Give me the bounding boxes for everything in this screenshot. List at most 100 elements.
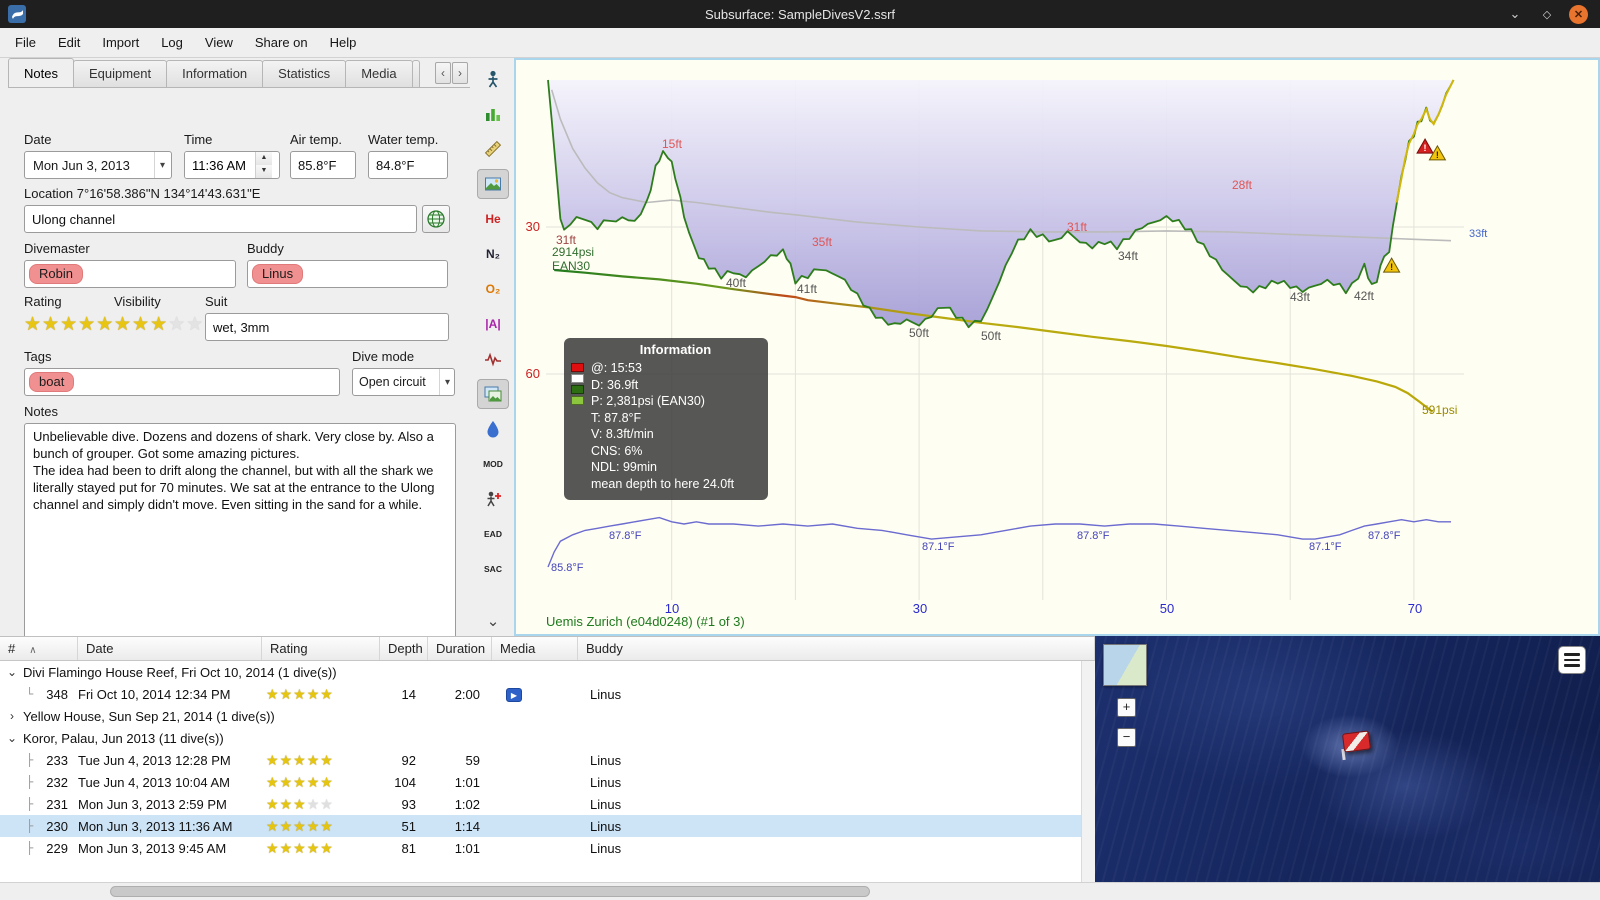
column-header-media[interactable]: Media: [492, 637, 578, 660]
horizontal-scrollbar-track[interactable]: [0, 882, 1600, 900]
dive-row[interactable]: ├ 230 Mon Jun 3, 2013 11:36 AM ★★★★★ 51 1:14 L…: [0, 815, 1081, 837]
dive-row[interactable]: ├ 232 Tue Jun 4, 2013 10:04 AM ★★★★★ 104 1:01…: [0, 771, 1081, 793]
map-zoom-out-button[interactable]: −: [1117, 728, 1136, 747]
tags-field[interactable]: boat: [24, 368, 340, 396]
chart-label: 31ft: [1067, 220, 1088, 234]
dive-profile-panel[interactable]: 15ft 31ft 40ft 35ft 41ft 50ft 50ft 31ft 34ft 28ft…: [514, 58, 1600, 636]
star-filled-icon: ★: [306, 817, 321, 834]
collapse-icon[interactable]: ⌄: [6, 665, 18, 679]
ceiling-toggle-button[interactable]: |A|: [477, 309, 509, 339]
location-input[interactable]: [24, 205, 417, 233]
dive-list-vertical-scrollbar[interactable]: [1081, 661, 1095, 882]
star-empty-icon[interactable]: ★: [186, 314, 204, 335]
tab-media[interactable]: Media: [345, 60, 413, 87]
ink-drop-icon[interactable]: [477, 414, 509, 444]
expand-icon[interactable]: ›: [6, 709, 18, 723]
star-filled-icon[interactable]: ★: [150, 314, 168, 335]
star-filled-icon[interactable]: ★: [24, 314, 42, 335]
column-header-rating[interactable]: Rating: [262, 637, 380, 660]
time-input[interactable]: [185, 152, 255, 178]
dive-mode-select[interactable]: Open circuit ▾: [352, 368, 455, 396]
star-empty-icon[interactable]: ★: [168, 314, 186, 335]
tab-scroll-right-button[interactable]: ›: [452, 62, 468, 84]
star-filled-icon[interactable]: ★: [60, 314, 78, 335]
spin-down-icon[interactable]: ▼: [256, 165, 272, 178]
globe-button[interactable]: [422, 205, 450, 233]
map-overview-inset[interactable]: [1103, 644, 1147, 686]
star-filled-icon: ★: [306, 685, 321, 702]
visibility-stars[interactable]: ★★★★★: [114, 313, 204, 336]
buddy-field[interactable]: Linus: [247, 260, 448, 288]
tab-extra-info[interactable]: E: [411, 60, 420, 87]
column-header-buddy[interactable]: Buddy: [578, 637, 1095, 660]
divemaster-field[interactable]: Robin: [24, 260, 236, 288]
menu-log[interactable]: Log: [150, 30, 194, 55]
column-header-depth[interactable]: Depth: [380, 637, 428, 660]
star-filled-icon[interactable]: ★: [78, 314, 96, 335]
dive-row[interactable]: └ 348 Fri Oct 10, 2014 12:34 PM ★★★★★ 14 2:00…: [0, 683, 1081, 705]
column-header-date[interactable]: Date: [78, 637, 262, 660]
rating-stars[interactable]: ★★★★★: [24, 313, 114, 336]
collapse-chevron-icon[interactable]: ⌄: [470, 612, 516, 630]
buddy-chip[interactable]: Linus: [252, 264, 304, 284]
mod-toggle-button[interactable]: MOD: [477, 449, 509, 479]
star-filled-icon[interactable]: ★: [96, 314, 114, 335]
map-menu-button[interactable]: [1558, 646, 1586, 674]
ruler-icon[interactable]: [477, 134, 509, 164]
column-header-duration[interactable]: Duration: [428, 637, 492, 660]
star-filled-icon[interactable]: ★: [132, 314, 150, 335]
menu-file[interactable]: File: [4, 30, 47, 55]
dive-depth-cell: 51: [401, 818, 416, 834]
sac-toggle-button[interactable]: SAC: [477, 554, 509, 584]
picture-overlay-icon[interactable]: [477, 379, 509, 409]
spin-up-icon[interactable]: ▲: [256, 152, 272, 165]
helium-graph-button[interactable]: He: [477, 204, 509, 234]
air-temp-input[interactable]: [290, 151, 356, 179]
oxygen-graph-button[interactable]: O₂: [477, 274, 509, 304]
maximize-icon[interactable]: ◇: [1537, 4, 1557, 24]
map-widget[interactable]: + −: [1095, 636, 1600, 882]
suit-input[interactable]: [205, 313, 449, 341]
dive-site-flag-marker[interactable]: [1341, 730, 1372, 753]
map-zoom-in-button[interactable]: +: [1117, 698, 1136, 717]
dive-mode-person-icon[interactable]: [477, 64, 509, 94]
tab-equipment[interactable]: Equipment: [72, 60, 168, 87]
column-header-number[interactable]: # ∧: [0, 637, 78, 660]
menu-import[interactable]: Import: [91, 30, 150, 55]
date-select[interactable]: Mon Jun 3, 2013 ▾: [24, 151, 172, 179]
tab-scroll-left-button[interactable]: ‹: [435, 62, 451, 84]
dive-row[interactable]: ├ 233 Tue Jun 4, 2013 12:28 PM ★★★★★ 92 59 Lin…: [0, 749, 1081, 771]
star-filled-icon[interactable]: ★: [42, 314, 60, 335]
trip-row[interactable]: › Yellow House, Sun Sep 21, 2014 (1 dive(…: [0, 705, 1081, 727]
nitrogen-graph-button[interactable]: N₂: [477, 239, 509, 269]
menu-help[interactable]: Help: [319, 30, 368, 55]
show-photos-icon[interactable]: [477, 169, 509, 199]
tab-information[interactable]: Information: [166, 60, 264, 87]
menu-view[interactable]: View: [194, 30, 244, 55]
scr-person-icon[interactable]: [477, 484, 509, 514]
cylinder-pressure-icon[interactable]: [477, 99, 509, 129]
notes-textarea[interactable]: Unbelievable dive. Dozens and dozens of …: [24, 423, 456, 645]
trip-row[interactable]: ⌄ Divi Flamingo House Reef, Fri Oct 10, 2…: [0, 661, 1081, 683]
menu-edit[interactable]: Edit: [47, 30, 91, 55]
divemaster-label: Divemaster: [24, 241, 90, 256]
collapse-icon[interactable]: ⌄: [6, 731, 18, 745]
menu-share-on[interactable]: Share on: [244, 30, 319, 55]
tab-notes[interactable]: Notes: [8, 58, 74, 87]
trip-row[interactable]: ⌄ Koror, Palau, Jun 2013 (11 dive(s)): [0, 727, 1081, 749]
time-spinbox[interactable]: ▲▼: [184, 151, 280, 179]
minimize-icon[interactable]: ⌄: [1505, 4, 1525, 24]
tag-chip[interactable]: boat: [29, 372, 75, 392]
ead-toggle-button[interactable]: EAD: [477, 519, 509, 549]
chart-label: 2914psi: [552, 245, 594, 259]
heart-rate-icon[interactable]: [477, 344, 509, 374]
divemaster-chip[interactable]: Robin: [29, 264, 83, 284]
horizontal-scrollbar-thumb[interactable]: [110, 886, 870, 897]
star-filled-icon[interactable]: ★: [114, 314, 132, 335]
close-icon[interactable]: ✕: [1569, 4, 1588, 24]
tab-statistics[interactable]: Statistics: [262, 60, 347, 87]
video-icon[interactable]: ▶: [506, 688, 522, 702]
water-temp-input[interactable]: [368, 151, 448, 179]
dive-row[interactable]: ├ 229 Mon Jun 3, 2013 9:45 AM ★★★★★ 81 1:01 Li…: [0, 837, 1081, 859]
dive-row[interactable]: ├ 231 Mon Jun 3, 2013 2:59 PM ★★★★★ 93 1:02 Li…: [0, 793, 1081, 815]
